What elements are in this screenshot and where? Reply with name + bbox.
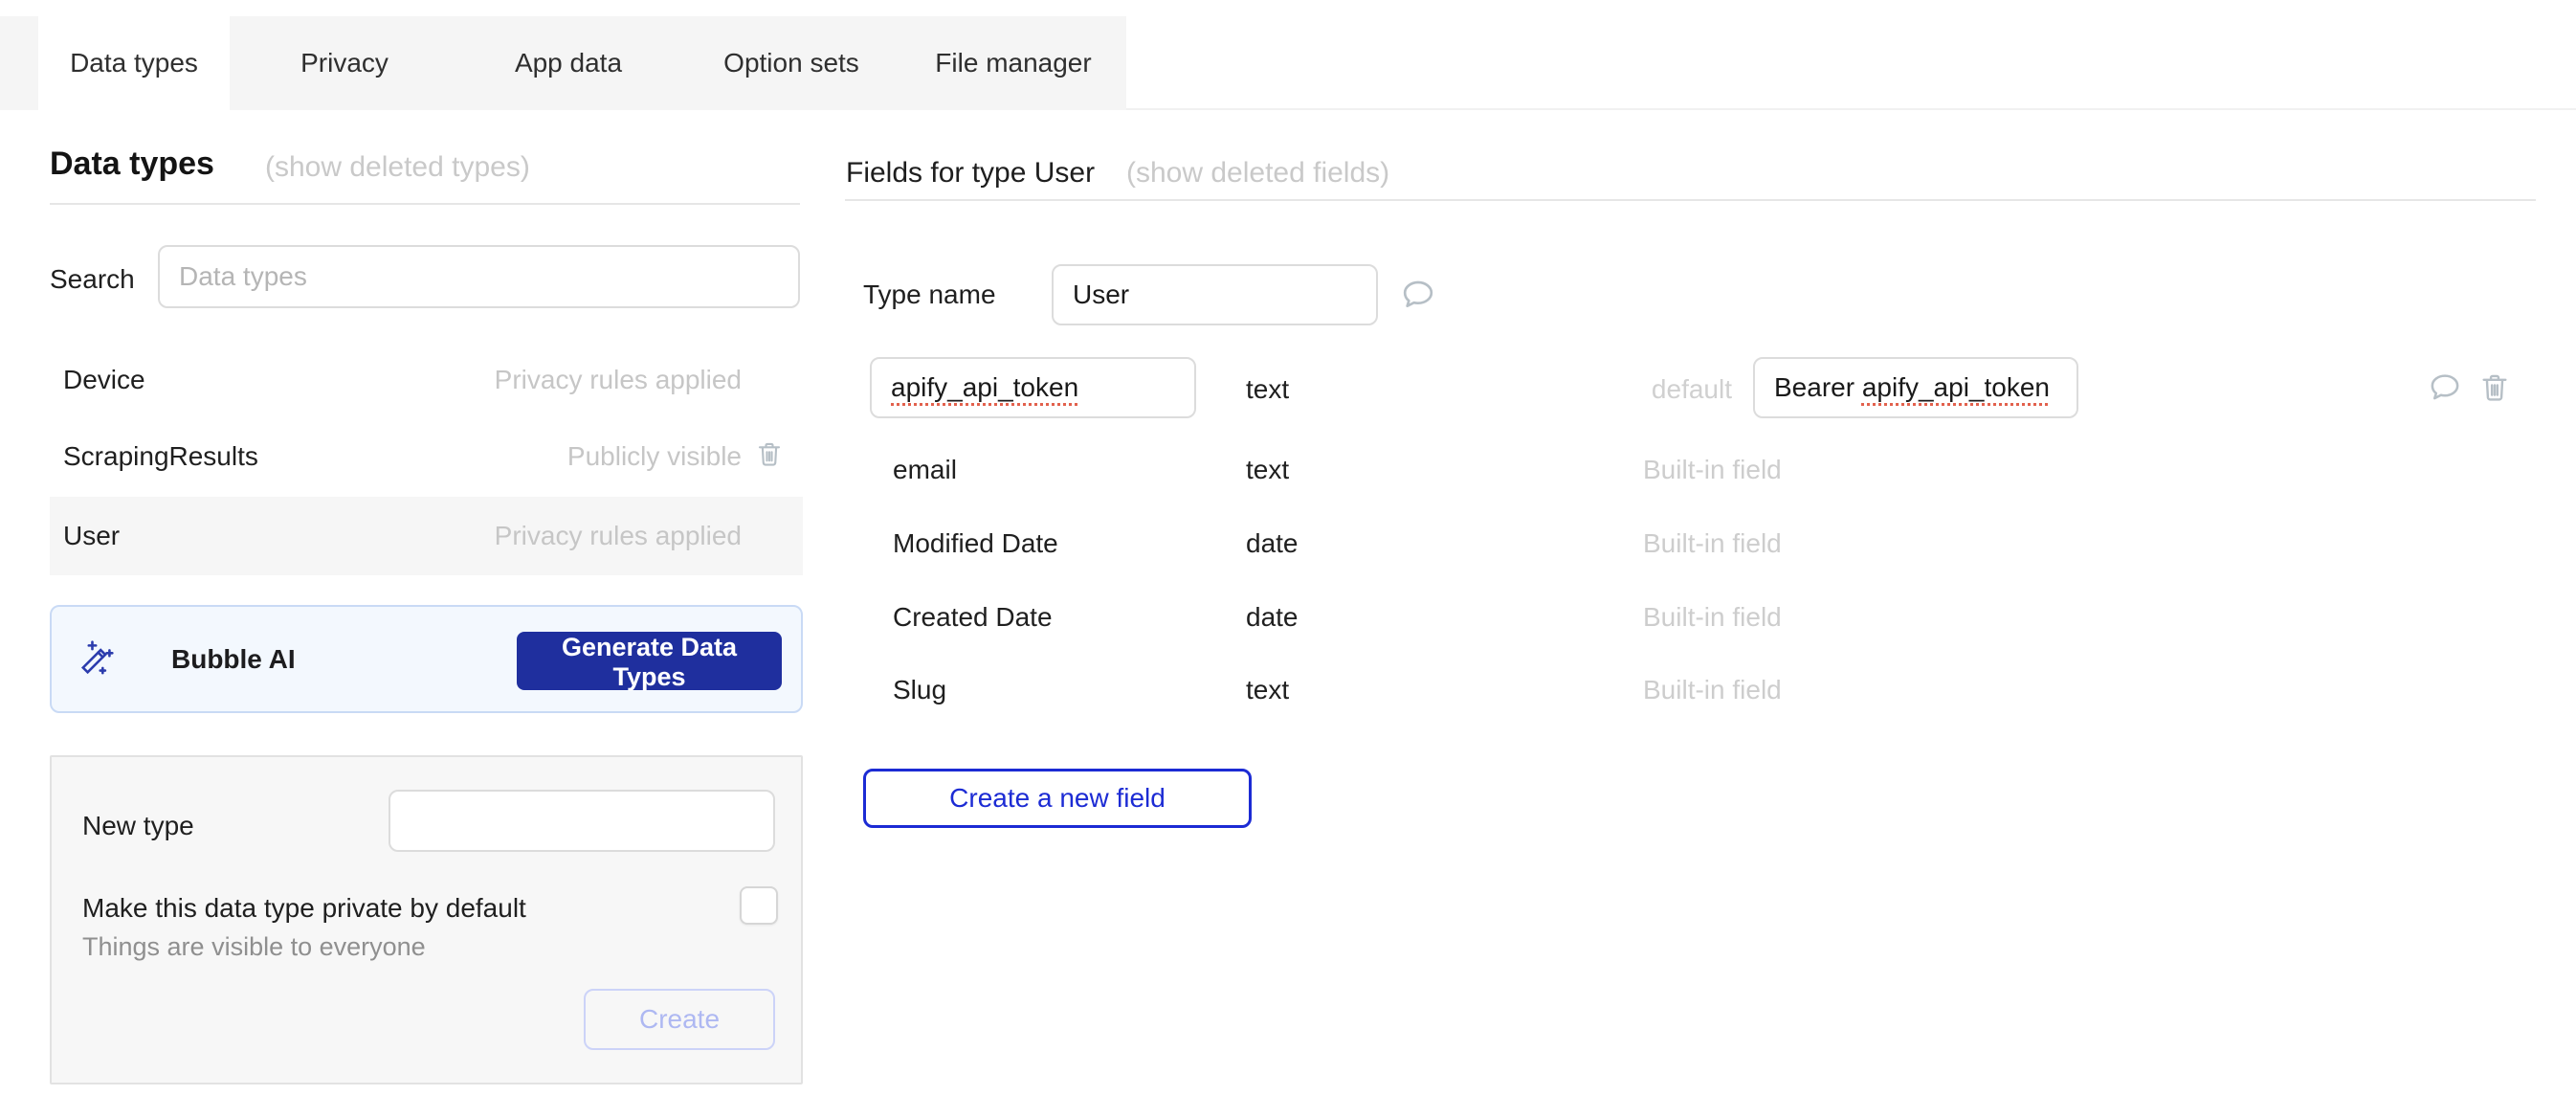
tab-data-types-label: Data types bbox=[70, 48, 198, 78]
field-name: email bbox=[893, 455, 957, 485]
default-prefix-text: Bearer bbox=[1774, 372, 1862, 403]
new-type-input[interactable] bbox=[389, 790, 775, 852]
default-main-text: apify_api_token bbox=[1862, 372, 2050, 403]
field-name: Modified Date bbox=[893, 528, 1058, 559]
field-comment-icon[interactable] bbox=[2427, 369, 2463, 411]
generate-data-types-button[interactable]: Generate Data Types bbox=[517, 632, 782, 690]
show-deleted-types-link[interactable]: (show deleted types) bbox=[265, 151, 530, 184]
field-default-input[interactable]: Bearer apify_api_token bbox=[1753, 357, 2078, 418]
field-name-text: apify_api_token bbox=[891, 372, 1078, 403]
private-checkbox-label: Make this data type private by default bbox=[82, 893, 526, 924]
magic-wand-icon bbox=[77, 637, 117, 682]
field-note: Built-in field bbox=[1643, 528, 1782, 559]
type-name-comment-icon[interactable] bbox=[1399, 276, 1437, 319]
bubble-ai-label: Bubble AI bbox=[171, 644, 296, 675]
create-type-button[interactable]: Create bbox=[584, 989, 775, 1050]
tab-option-sets-label: Option sets bbox=[723, 48, 859, 78]
type-name-input[interactable] bbox=[1052, 264, 1378, 325]
right-divider bbox=[845, 199, 2536, 201]
tab-privacy-label: Privacy bbox=[300, 48, 389, 78]
field-delete-icon[interactable] bbox=[2478, 370, 2511, 410]
field-name: Created Date bbox=[893, 602, 1053, 633]
field-note: Built-in field bbox=[1643, 455, 1782, 485]
tab-file-manager[interactable]: File manager bbox=[914, 16, 1113, 110]
type-row-device[interactable]: Device Privacy rules applied bbox=[50, 342, 803, 418]
tab-privacy[interactable]: Privacy bbox=[245, 16, 444, 110]
left-divider bbox=[50, 203, 800, 205]
data-types-heading: Data types bbox=[50, 145, 214, 183]
field-name-input[interactable]: apify_api_token bbox=[870, 357, 1196, 418]
field-type: text bbox=[1246, 675, 1289, 705]
type-status: Publicly visible bbox=[567, 441, 742, 472]
tab-option-sets[interactable]: Option sets bbox=[692, 16, 891, 110]
tab-data-types[interactable]: Data types bbox=[38, 16, 230, 114]
tabbar: Data types Privacy App data Option sets … bbox=[0, 16, 1126, 110]
field-name: Slug bbox=[893, 675, 946, 705]
type-name: User bbox=[63, 521, 120, 551]
new-type-label: New type bbox=[82, 811, 194, 841]
field-note: Built-in field bbox=[1643, 675, 1782, 705]
search-label: Search bbox=[50, 266, 135, 293]
private-checkbox[interactable] bbox=[740, 886, 778, 925]
tab-app-data-label: App data bbox=[515, 48, 622, 78]
tabbar-left-strip bbox=[0, 16, 12, 110]
search-input[interactable] bbox=[158, 245, 800, 308]
field-note: Built-in field bbox=[1643, 602, 1782, 633]
field-type: date bbox=[1246, 602, 1299, 633]
type-row-scrapingresults[interactable]: ScrapingResults Publicly visible bbox=[50, 418, 803, 495]
show-deleted-fields-link[interactable]: (show deleted fields) bbox=[1126, 157, 1389, 190]
type-status: Privacy rules applied bbox=[495, 521, 742, 551]
tab-file-manager-label: File manager bbox=[935, 48, 1091, 78]
tab-app-data[interactable]: App data bbox=[469, 16, 668, 110]
private-hint: Things are visible to everyone bbox=[82, 932, 426, 962]
field-type: text bbox=[1246, 455, 1289, 485]
create-field-button[interactable]: Create a new field bbox=[863, 769, 1252, 828]
type-name: ScrapingResults bbox=[63, 441, 258, 472]
type-name-label: Type name bbox=[863, 281, 996, 308]
fields-heading: Fields for type User bbox=[846, 157, 1095, 190]
delete-type-icon[interactable] bbox=[755, 439, 784, 475]
type-row-user[interactable]: User Privacy rules applied bbox=[50, 497, 803, 575]
new-type-panel: New type Make this data type private by … bbox=[50, 755, 803, 1084]
type-name: Device bbox=[63, 365, 145, 395]
field-type: date bbox=[1246, 528, 1299, 559]
type-status: Privacy rules applied bbox=[495, 365, 742, 395]
field-type: text bbox=[1246, 374, 1289, 405]
default-label: default bbox=[1617, 374, 1732, 405]
bubble-ai-panel: Bubble AI Generate Data Types bbox=[50, 605, 803, 713]
